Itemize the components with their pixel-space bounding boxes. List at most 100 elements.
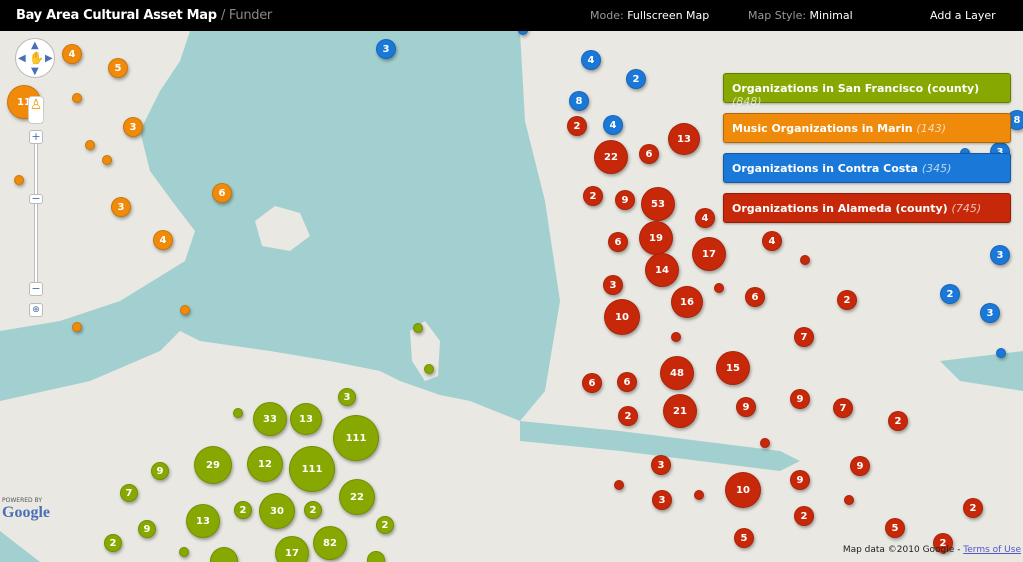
map-marker-cluster[interactable] bbox=[233, 408, 243, 418]
zoom-slider[interactable]: + − − ⊕ bbox=[29, 130, 43, 317]
map-marker-cluster[interactable]: 2 bbox=[376, 516, 394, 534]
zoom-box-icon[interactable]: ⊕ bbox=[29, 303, 43, 317]
map-marker-cluster[interactable]: 30 bbox=[259, 493, 295, 529]
map-marker-cluster[interactable]: 3 bbox=[652, 490, 672, 510]
map-marker-cluster[interactable]: 53 bbox=[641, 187, 675, 221]
map-marker-cluster[interactable]: 6 bbox=[582, 373, 602, 393]
map-marker-cluster[interactable] bbox=[102, 155, 112, 165]
map-marker-cluster[interactable]: 14 bbox=[645, 253, 679, 287]
zoom-in-button[interactable]: + bbox=[29, 130, 43, 144]
map-marker-cluster[interactable] bbox=[671, 332, 681, 342]
map-marker-cluster[interactable]: 111 bbox=[289, 446, 335, 492]
map-marker-cluster[interactable]: 22 bbox=[594, 140, 628, 174]
map-marker-cluster[interactable]: 3 bbox=[123, 117, 143, 137]
map-marker-cluster[interactable]: 2 bbox=[963, 498, 983, 518]
zoom-slider-handle[interactable]: − bbox=[29, 193, 43, 204]
layer-legend-button[interactable]: Organizations in Alameda (county) (745) bbox=[723, 193, 1011, 223]
terms-of-use-link[interactable]: Terms of Use bbox=[963, 545, 1021, 555]
street-view-pegman-icon[interactable]: ♙ bbox=[28, 96, 44, 124]
map-marker-cluster[interactable]: 9 bbox=[151, 462, 169, 480]
map-marker-cluster[interactable]: 5 bbox=[734, 528, 754, 548]
map-marker-cluster[interactable]: 3 bbox=[376, 39, 396, 59]
map-marker-cluster[interactable]: 22 bbox=[339, 479, 375, 515]
map-marker-cluster[interactable]: 12 bbox=[247, 446, 283, 482]
map-marker-cluster[interactable]: 3 bbox=[338, 388, 356, 406]
map-marker-cluster[interactable]: 82 bbox=[313, 526, 347, 560]
map-marker-cluster[interactable]: 7 bbox=[833, 398, 853, 418]
map-marker-cluster[interactable] bbox=[760, 438, 770, 448]
map-marker-cluster[interactable]: 17 bbox=[275, 536, 309, 562]
map-marker-cluster[interactable]: 9 bbox=[138, 520, 156, 538]
map-marker-cluster[interactable]: 10 bbox=[725, 472, 761, 508]
map-marker-cluster[interactable]: 2 bbox=[837, 290, 857, 310]
map-marker-cluster[interactable]: 2 bbox=[583, 186, 603, 206]
map-marker-cluster[interactable]: 29 bbox=[194, 446, 232, 484]
map-marker-cluster[interactable]: 2 bbox=[940, 284, 960, 304]
map-marker-cluster[interactable]: 3 bbox=[603, 275, 623, 295]
map-marker-cluster[interactable]: 9 bbox=[736, 397, 756, 417]
map-marker-cluster[interactable]: 6 bbox=[639, 144, 659, 164]
map-marker-cluster[interactable]: 10 bbox=[604, 299, 640, 335]
map-marker-cluster[interactable]: 2 bbox=[304, 501, 322, 519]
zoom-out-button[interactable]: − bbox=[29, 282, 43, 296]
map-marker-cluster[interactable] bbox=[180, 305, 190, 315]
map-marker-cluster[interactable]: 19 bbox=[639, 221, 673, 255]
pan-down-icon[interactable]: ▼ bbox=[31, 66, 39, 77]
map-marker-cluster[interactable]: 13 bbox=[186, 504, 220, 538]
map-marker-cluster[interactable]: 8 bbox=[569, 91, 589, 111]
layer-legend-button[interactable]: Organizations in Contra Costa (345) bbox=[723, 153, 1011, 183]
map-marker-cluster[interactable]: 17 bbox=[692, 237, 726, 271]
map-marker-cluster[interactable]: 9 bbox=[790, 470, 810, 490]
map-marker-cluster[interactable]: 2 bbox=[618, 406, 638, 426]
map-marker-cluster[interactable] bbox=[367, 551, 385, 562]
map-marker-cluster[interactable] bbox=[72, 322, 82, 332]
map-marker-cluster[interactable]: 2 bbox=[104, 534, 122, 552]
pan-left-icon[interactable]: ◀ bbox=[18, 53, 26, 64]
map-marker-cluster[interactable] bbox=[844, 495, 854, 505]
map-marker-cluster[interactable] bbox=[85, 140, 95, 150]
map-marker-cluster[interactable] bbox=[424, 364, 434, 374]
map-marker-cluster[interactable]: 16 bbox=[671, 286, 703, 318]
map-style-selector[interactable]: Map Style: Minimal bbox=[748, 9, 853, 22]
map-marker-cluster[interactable] bbox=[800, 255, 810, 265]
map-marker-cluster[interactable]: 4 bbox=[62, 44, 82, 64]
map-marker-cluster[interactable]: 3 bbox=[990, 245, 1010, 265]
map-marker-cluster[interactable] bbox=[179, 547, 189, 557]
map-marker-cluster[interactable]: 2 bbox=[234, 501, 252, 519]
map-marker-cluster[interactable]: 7 bbox=[794, 327, 814, 347]
map-marker-cluster[interactable]: 4 bbox=[153, 230, 173, 250]
map-marker-cluster[interactable]: 111 bbox=[333, 415, 379, 461]
map-marker-cluster[interactable]: 4 bbox=[695, 208, 715, 228]
map-marker-cluster[interactable]: 2 bbox=[888, 411, 908, 431]
map-marker-cluster[interactable]: 13 bbox=[668, 123, 700, 155]
map-marker-cluster[interactable]: 9 bbox=[850, 456, 870, 476]
layer-legend-button[interactable]: Music Organizations in Marin (143) bbox=[723, 113, 1011, 143]
map-marker-cluster[interactable]: 6 bbox=[212, 183, 232, 203]
map-marker-cluster[interactable]: 2 bbox=[567, 116, 587, 136]
map-marker-cluster[interactable]: 21 bbox=[663, 394, 697, 428]
map-marker-cluster[interactable]: 6 bbox=[745, 287, 765, 307]
map-marker-cluster[interactable]: 2 bbox=[626, 69, 646, 89]
map-marker-cluster[interactable] bbox=[996, 348, 1006, 358]
map-marker-cluster[interactable]: 4 bbox=[762, 231, 782, 251]
map-marker-cluster[interactable]: 33 bbox=[253, 402, 287, 436]
map-marker-cluster[interactable]: 48 bbox=[660, 356, 694, 390]
map-canvas[interactable]: 3 33 13 111 9 29 12 111 22 7 9 13 2 30 2 2 2 17 82 4 5 11 3 6 3 4… bbox=[0, 31, 1023, 562]
map-marker-cluster[interactable]: 13 bbox=[290, 403, 322, 435]
map-marker-cluster[interactable] bbox=[14, 175, 24, 185]
pan-right-icon[interactable]: ▶ bbox=[45, 53, 53, 64]
pan-control[interactable]: ▲ ◀ ▶ ▼ ✋ bbox=[15, 38, 55, 78]
map-marker-cluster[interactable] bbox=[714, 283, 724, 293]
map-marker-cluster[interactable]: 5 bbox=[108, 58, 128, 78]
map-marker-cluster[interactable] bbox=[72, 93, 82, 103]
map-marker-cluster[interactable]: 5 bbox=[885, 518, 905, 538]
map-marker-cluster[interactable]: 4 bbox=[581, 50, 601, 70]
map-marker-cluster[interactable]: 9 bbox=[790, 389, 810, 409]
map-marker-cluster[interactable]: 3 bbox=[651, 455, 671, 475]
map-marker-cluster[interactable]: 3 bbox=[980, 303, 1000, 323]
map-marker-cluster[interactable]: 6 bbox=[617, 372, 637, 392]
map-marker-cluster[interactable]: 6 bbox=[608, 232, 628, 252]
map-marker-cluster[interactable]: 7 bbox=[120, 484, 138, 502]
map-marker-cluster[interactable]: 9 bbox=[615, 190, 635, 210]
zoom-track[interactable] bbox=[34, 144, 38, 289]
